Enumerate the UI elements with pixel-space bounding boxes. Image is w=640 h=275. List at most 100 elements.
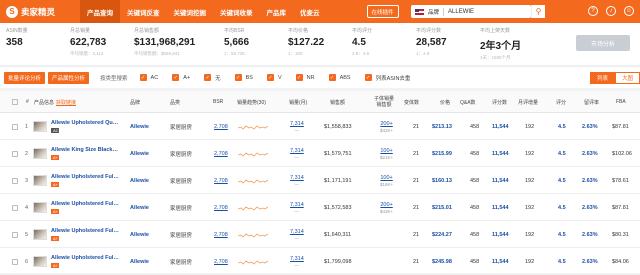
brand-link[interactable]: Allewie	[130, 167, 149, 194]
brand-link[interactable]: Allewie	[130, 140, 149, 167]
filter-none[interactable]: ✓ 无	[204, 74, 221, 82]
market-analysis-button[interactable]: 市场分析	[576, 35, 630, 51]
review-count[interactable]: 11,544	[492, 140, 509, 167]
get-link-button[interactable]: 获取链接	[56, 99, 76, 106]
sales-trend-sparkline[interactable]	[238, 123, 268, 131]
batch-review-analysis-button[interactable]: 批量评论分析	[4, 71, 46, 84]
header-rating-rate[interactable]: 留评率	[584, 91, 599, 113]
table-row[interactable]: 6 Allewie Upholstered Full ... A+ Allewi…	[0, 248, 640, 275]
bell-icon[interactable]: ♪	[606, 6, 616, 16]
product-thumbnail[interactable]	[33, 229, 47, 240]
header-child-sales[interactable]: 子体销量 销售额	[374, 91, 394, 113]
bsr-link[interactable]: 2,708	[214, 167, 228, 194]
nav-youmaiyun[interactable]: 优麦云	[293, 0, 327, 23]
checkbox-checked-icon[interactable]: ✓	[204, 74, 212, 81]
table-row[interactable]: 2 Allewie King Size Black M... A+ Allewi…	[0, 140, 640, 167]
monthly-sales-link[interactable]: 7,314	[290, 121, 304, 127]
brand-link[interactable]: Allewie	[130, 194, 149, 221]
grid-view-button[interactable]: 大图	[614, 72, 640, 84]
row-checkbox[interactable]	[12, 231, 18, 238]
monthly-sales-link[interactable]: 7,314	[290, 175, 304, 181]
checkbox-checked-icon[interactable]: ✓	[364, 74, 372, 81]
product-thumbnail[interactable]	[33, 256, 47, 267]
table-row[interactable]: 5 Allewie Upholstered Full ... A+ Allewi…	[0, 221, 640, 248]
row-checkbox[interactable]	[12, 177, 18, 184]
product-thumbnail[interactable]	[33, 202, 47, 213]
bsr-link[interactable]: 2,708	[214, 113, 228, 140]
filter-abs[interactable]: ✓ ABS	[328, 74, 351, 81]
table-row[interactable]: 4 Allewie Upholstered Full ... A+ Allewi…	[0, 194, 640, 221]
monthly-sales-link[interactable]: 7,314	[290, 202, 304, 208]
search-type-select[interactable]: 品牌	[428, 8, 439, 16]
product-title-link[interactable]: Allewie Upholstered Full ...	[51, 228, 119, 234]
sales-trend-sparkline[interactable]	[238, 177, 268, 185]
monthly-sales-link[interactable]: 7,314	[290, 148, 304, 154]
brand-link[interactable]: Allewie	[130, 248, 149, 275]
filter-v[interactable]: ✓ V	[266, 74, 282, 81]
child-sales-link[interactable]: 200+	[380, 202, 392, 208]
app-logo[interactable]: S 卖家精灵	[6, 5, 68, 18]
table-row[interactable]: 1 Allewie Upholstered Que... AC Allewie …	[0, 113, 640, 140]
checkbox-checked-icon[interactable]: ✓	[139, 74, 147, 81]
product-thumbnail[interactable]	[33, 121, 47, 132]
sales-trend-sparkline[interactable]	[238, 231, 268, 239]
nav-keyword-reverse[interactable]: 关键词反查	[120, 0, 167, 23]
us-flag-icon[interactable]	[415, 8, 424, 15]
filter-aplus[interactable]: ✓ A+	[172, 74, 190, 81]
product-attribute-analysis-button[interactable]: 产品属性分析	[48, 71, 90, 84]
header-trend[interactable]: 销量趋势(30)	[237, 91, 266, 113]
product-title-link[interactable]: Allewie Upholstered Full ...	[51, 174, 119, 180]
child-sales-link[interactable]: 100+	[380, 175, 392, 181]
sales-trend-sparkline[interactable]	[238, 258, 268, 266]
nav-product-search[interactable]: 产品查询	[80, 0, 120, 23]
help-icon[interactable]: ?	[588, 6, 598, 16]
header-brand[interactable]: 品牌	[130, 91, 140, 113]
bsr-link[interactable]: 2,708	[214, 221, 228, 248]
user-icon[interactable]: ☺	[624, 6, 634, 16]
product-title-link[interactable]: Allewie Upholstered Que...	[51, 120, 119, 126]
header-product[interactable]: 产品信息 获取链接	[34, 91, 76, 113]
header-qa[interactable]: Q&A数	[460, 91, 476, 113]
product-thumbnail[interactable]	[33, 148, 47, 159]
filter-bs[interactable]: ✓ BS	[234, 74, 253, 81]
bsr-link[interactable]: 2,708	[214, 194, 228, 221]
sales-trend-sparkline[interactable]	[238, 150, 268, 158]
product-title-link[interactable]: Allewie Upholstered Full ...	[51, 255, 119, 261]
bsr-link[interactable]: 2,708	[214, 248, 228, 275]
checkbox-checked-icon[interactable]: ✓	[234, 74, 242, 81]
nav-keyword-index[interactable]: 关键词收录	[213, 0, 260, 23]
table-row[interactable]: 3 Allewie Upholstered Full ... A+ Allewi…	[0, 167, 640, 194]
checkbox-checked-icon[interactable]: ✓	[295, 74, 303, 81]
child-sales-link[interactable]: 200+	[380, 121, 392, 127]
header-category[interactable]: 品类	[170, 91, 180, 113]
monthly-sales-link[interactable]: 7,314	[290, 229, 304, 235]
bsr-link[interactable]: 2,708	[214, 140, 228, 167]
brand-link[interactable]: Allewie	[130, 221, 149, 248]
product-title-link[interactable]: Allewie Upholstered Full ...	[51, 201, 119, 207]
header-rating[interactable]: 评分	[556, 91, 566, 113]
search-icon[interactable]: ⚲	[531, 5, 545, 18]
review-count[interactable]: 11,544	[492, 167, 509, 194]
header-sales[interactable]: 销量(月)	[289, 91, 307, 113]
select-all-checkbox[interactable]	[12, 99, 18, 105]
review-count[interactable]: 11,544	[492, 221, 509, 248]
filter-nr[interactable]: ✓ NR	[295, 74, 315, 81]
list-view-button[interactable]: 列表	[589, 72, 615, 84]
row-checkbox[interactable]	[12, 123, 18, 130]
header-price[interactable]: 价格	[440, 91, 450, 113]
header-bsr[interactable]: BSR	[213, 91, 223, 113]
checkbox-checked-icon[interactable]: ✓	[328, 74, 336, 81]
header-variants[interactable]: 变体数	[404, 91, 419, 113]
brand-link[interactable]: Allewie	[130, 113, 149, 140]
checkbox-checked-icon[interactable]: ✓	[172, 74, 180, 81]
row-checkbox[interactable]	[12, 258, 18, 265]
nav-product-library[interactable]: 产品库	[260, 0, 294, 23]
search-input[interactable]: ALLEWIE	[448, 9, 474, 15]
online-plugin-button[interactable]: 在线插件	[366, 5, 399, 18]
row-checkbox[interactable]	[12, 204, 18, 211]
header-revenue[interactable]: 销售额	[330, 91, 345, 113]
filter-dedupe-asin[interactable]: ✓ 列表ASIN去重	[364, 74, 410, 82]
header-reviews[interactable]: 评分数	[492, 91, 507, 113]
review-count[interactable]: 11,544	[492, 248, 509, 275]
product-thumbnail[interactable]	[33, 175, 47, 186]
